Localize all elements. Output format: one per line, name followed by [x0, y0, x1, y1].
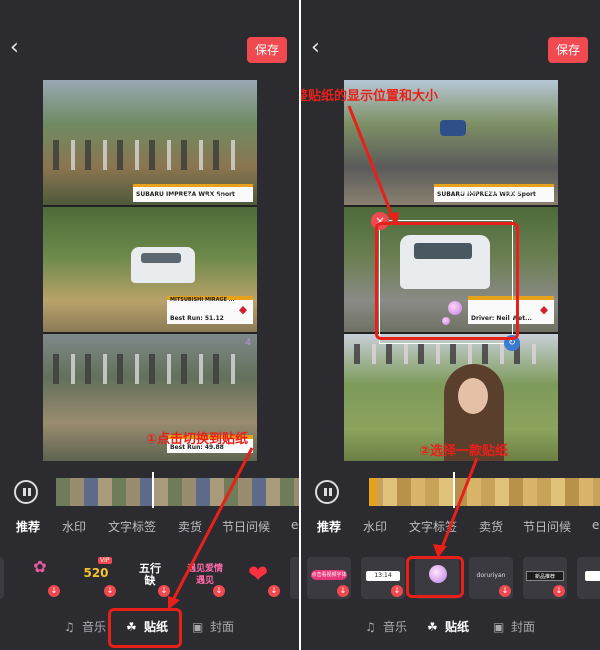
annotation-arrows — [347, 105, 479, 558]
editor-panel-right: ‹ 保存 SUBARU IMPREZA WRX Sport Driver: Le… — [301, 0, 600, 650]
annotation-arrow-1 — [168, 447, 254, 610]
editor-panel-left: ‹ 保存 SUBARU IMPREZA WRX Sport Best Run: … — [0, 0, 299, 650]
